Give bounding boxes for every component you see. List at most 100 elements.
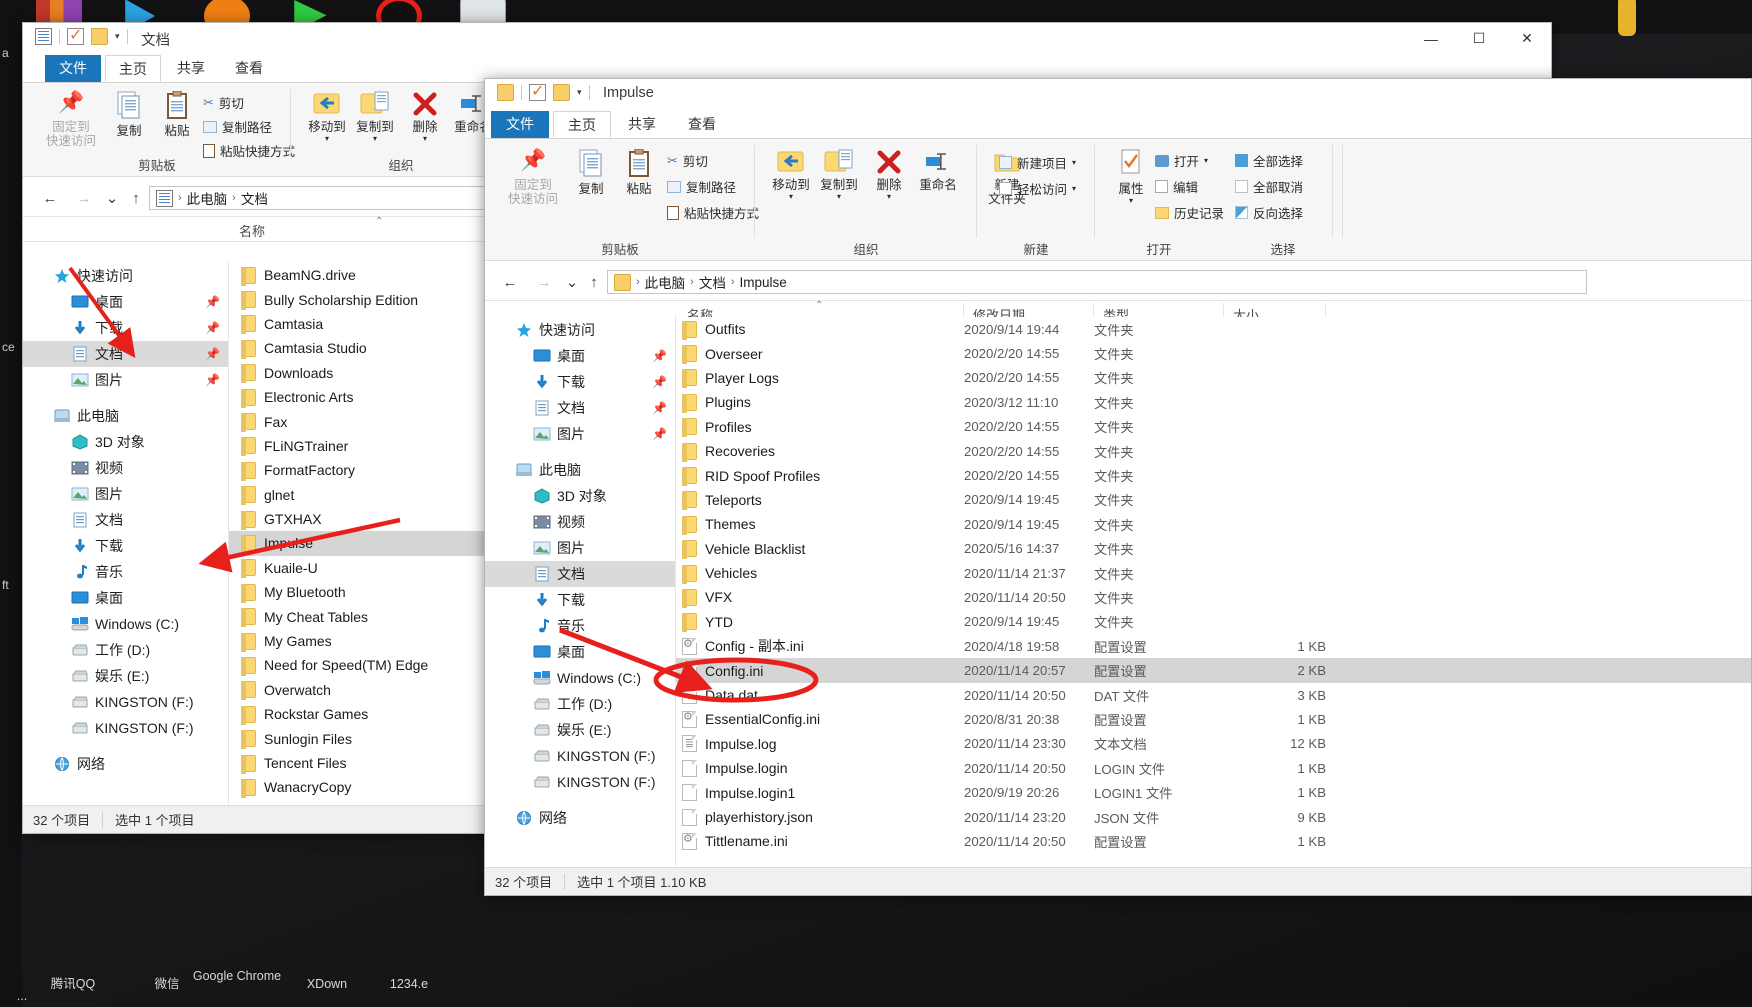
pin-icon[interactable]: 📌 — [205, 295, 220, 309]
nav-item--[interactable]: 网络 — [23, 751, 228, 777]
nav-item--e-[interactable]: 娱乐 (E:) — [23, 663, 228, 689]
nav-item--e-[interactable]: 娱乐 (E:) — [485, 717, 675, 743]
taskbar-item-5[interactable]: ... — [2, 989, 42, 1003]
breadcrumb-right[interactable]: › 此电脑 › 文档 › Impulse — [607, 270, 1587, 294]
table-row[interactable]: Player Logs 2020/2/20 14:55 文件夹 — [676, 366, 1751, 390]
pin-to-quick-access-button[interactable]: 固定到 快速访问 — [37, 91, 105, 149]
copy-to-button[interactable]: 复制到 ▾ — [813, 149, 865, 202]
nav-item--[interactable]: 文档 📌 — [485, 395, 675, 421]
table-row[interactable]: Recoveries 2020/2/20 14:55 文件夹 — [676, 439, 1751, 463]
move-to-button[interactable]: 移动到 ▾ — [765, 149, 817, 202]
titlebar-right[interactable]: ▾ Impulse — [485, 79, 1751, 111]
pin-to-quick-access-button[interactable]: 固定到 快速访问 — [499, 149, 567, 207]
nav-item--[interactable]: 网络 — [485, 805, 675, 831]
nav-item-3d-[interactable]: 3D 对象 — [23, 429, 228, 455]
up-button[interactable]: ↑ — [125, 187, 147, 209]
table-row[interactable]: Outfits 2020/9/14 19:44 文件夹 — [676, 317, 1751, 341]
window-controls-left[interactable]: — ☐ ✕ — [1407, 23, 1551, 54]
nav-item--[interactable]: 图片 📌 — [23, 367, 228, 393]
table-row[interactable]: playerhistory.json 2020/11/14 23:20 JSON 文… — [676, 805, 1751, 829]
navigation-pane-left[interactable]: 快速访问 桌面 📌 下载 📌 文档 📌 图片 📌 此电脑 3D 对象 视频 图片 文档 下载 音乐 桌面 Wind… — [23, 263, 228, 804]
titlebar-left[interactable]: ▾ 文档 — ☐ ✕ — [23, 23, 1551, 55]
table-row[interactable]: Tittlename.ini 2020/11/14 20:50 配置设置 1 KB — [676, 829, 1751, 853]
cut-button[interactable]: ✂ 剪切 — [203, 93, 244, 112]
copy-button[interactable]: 复制 — [103, 91, 155, 138]
checkbox-icon[interactable] — [67, 25, 84, 45]
recent-locations-button[interactable]: ⌄ — [101, 187, 123, 209]
tab-view[interactable]: 查看 — [673, 111, 731, 138]
copy-button[interactable]: 复制 — [565, 149, 617, 196]
up-button[interactable]: ↑ — [583, 271, 605, 293]
chevron-down-icon[interactable]: ▾ — [1204, 156, 1208, 165]
nav-item--[interactable]: 此电脑 — [485, 457, 675, 483]
nav-item--[interactable]: 图片 — [23, 481, 228, 507]
chevron-down-icon[interactable]: ▾ — [1072, 184, 1076, 193]
breadcrumb-left[interactable]: › 此电脑 › 文档 — [149, 186, 497, 210]
nav-item--[interactable]: 视频 — [485, 509, 675, 535]
nav-item--[interactable]: 桌面 📌 — [485, 343, 675, 369]
delete-button[interactable]: 删除 ▾ — [867, 149, 911, 202]
tab-file[interactable]: 文件 — [491, 111, 549, 138]
nav-item--[interactable]: 文档 — [23, 507, 228, 533]
table-row[interactable]: Config - 副本.ini 2020/4/18 19:58 配置设置 1 KB — [676, 634, 1751, 658]
select-all-button[interactable]: 全部选择 — [1235, 151, 1303, 170]
delete-button[interactable]: 删除 ▾ — [403, 91, 447, 144]
nav-item-kingston-f-[interactable]: KINGSTON (F:) — [23, 715, 228, 741]
select-none-button[interactable]: 全部取消 — [1235, 177, 1303, 196]
tab-share[interactable]: 共享 — [613, 111, 671, 138]
breadcrumb-segment-documents[interactable]: 文档 — [241, 188, 268, 208]
table-row[interactable]: Vehicles 2020/11/14 21:37 文件夹 — [676, 561, 1751, 585]
nav-item--[interactable]: 音乐 — [485, 613, 675, 639]
folder-icon[interactable] — [91, 28, 108, 45]
easy-access-button[interactable]: 轻松访问 ▾ — [999, 179, 1076, 198]
nav-item--[interactable]: 音乐 — [23, 559, 228, 585]
nav-item--[interactable]: 下载 — [23, 533, 228, 559]
nav-item--[interactable]: 下载 — [485, 587, 675, 613]
quick-access-toolbar-left[interactable]: ▾ — [35, 25, 128, 45]
recent-locations-button[interactable]: ⌄ — [561, 271, 583, 293]
table-row[interactable]: Config.ini 2020/11/14 20:57 配置设置 2 KB — [676, 658, 1751, 683]
pin-icon[interactable]: 📌 — [652, 427, 667, 441]
table-row[interactable]: Vehicle Blacklist 2020/5/16 14:37 文件夹 — [676, 537, 1751, 561]
nav-item--[interactable]: 桌面 — [23, 585, 228, 611]
address-bar-right[interactable]: ← → ⌄ ↑ › 此电脑 › 文档 › Impulse — [485, 267, 1751, 297]
nav-item--[interactable]: 快速访问 — [23, 263, 228, 289]
tab-view[interactable]: 查看 — [221, 55, 277, 82]
nav-item--[interactable]: 快速访问 — [485, 317, 675, 343]
nav-item--[interactable]: 此电脑 — [23, 403, 228, 429]
pin-icon[interactable]: 📌 — [652, 349, 667, 363]
desktop-icon-misc[interactable] — [1610, 0, 1672, 36]
column-header-name[interactable]: 名称 — [239, 221, 265, 240]
rename-button[interactable]: 重命名 — [911, 149, 965, 192]
table-row[interactable]: RID Spoof Profiles 2020/2/20 14:55 文件夹 — [676, 463, 1751, 487]
taskbar-item-3[interactable]: XDown — [282, 977, 372, 991]
table-row[interactable]: Impulse.login 2020/11/14 20:50 LOGIN 文件 1 K… — [676, 756, 1751, 780]
minimize-button[interactable]: — — [1407, 23, 1455, 54]
breadcrumb-segment-computer[interactable]: 此电脑 — [187, 188, 228, 208]
table-row[interactable]: Plugins 2020/3/12 11:10 文件夹 — [676, 390, 1751, 414]
checkbox-icon[interactable] — [529, 81, 546, 101]
breadcrumb-segment-computer[interactable]: 此电脑 — [645, 272, 686, 292]
pin-icon[interactable]: 📌 — [205, 373, 220, 387]
quick-access-toolbar-right[interactable]: ▾ — [497, 81, 590, 101]
nav-item--d-[interactable]: 工作 (D:) — [485, 691, 675, 717]
table-row[interactable]: Impulse.log 2020/11/14 23:30 文本文档 12 KB — [676, 732, 1751, 756]
paste-button[interactable]: 粘贴 — [151, 90, 203, 138]
nav-item--[interactable]: 图片 📌 — [485, 421, 675, 447]
table-row[interactable]: VFX 2020/11/14 20:50 文件夹 — [676, 585, 1751, 609]
explorer-window-impulse[interactable]: ▾ Impulse 文件 主页 共享 查看 固定到 快速访问 复制 — [484, 78, 1752, 896]
nav-item--[interactable]: 桌面 📌 — [23, 289, 228, 315]
nav-item--[interactable]: 文档 — [485, 561, 675, 587]
copy-to-button[interactable]: 复制到 ▾ — [349, 91, 401, 144]
nav-item-3d-[interactable]: 3D 对象 — [485, 483, 675, 509]
folder-icon[interactable] — [497, 84, 514, 101]
paste-button[interactable]: 粘贴 — [613, 148, 665, 196]
paste-shortcut-button[interactable]: 粘贴快捷方式 — [667, 203, 759, 222]
table-row[interactable]: Impulse.login1 2020/9/19 20:26 LOGIN1 文件 1 … — [676, 780, 1751, 804]
tab-home[interactable]: 主页 — [553, 111, 611, 138]
nav-item--[interactable]: 文档 📌 — [23, 341, 228, 367]
folder-icon[interactable] — [553, 84, 570, 101]
document-icon[interactable] — [35, 28, 52, 45]
ribbon-tabs-right[interactable]: 文件 主页 共享 查看 — [485, 111, 1751, 139]
properties-button[interactable]: 属性 ▾ — [1107, 149, 1155, 206]
